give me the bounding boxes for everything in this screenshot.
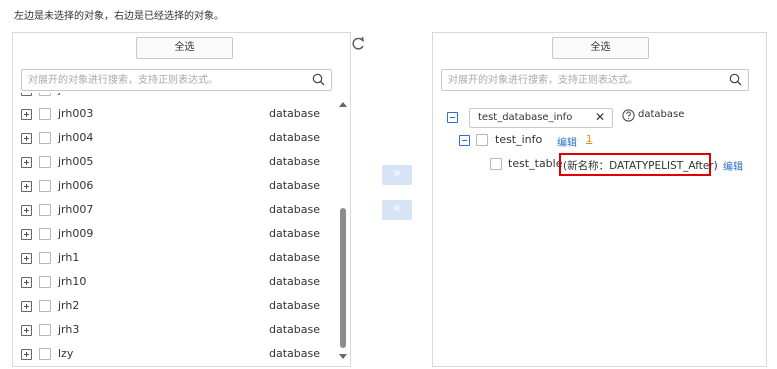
object-name: jrh006	[58, 179, 94, 192]
select-all-button[interactable]: 全选	[136, 37, 233, 59]
table-name: test_table	[508, 157, 563, 170]
new-name-text: (新名称：DATATYPELIST_After)	[563, 160, 718, 172]
checkbox[interactable]	[39, 348, 51, 360]
collapse-icon[interactable]	[447, 112, 458, 123]
object-name: jrh002	[58, 93, 93, 96]
object-name: jrh3	[58, 323, 80, 336]
list-item[interactable]: jrh3 database	[13, 319, 333, 343]
right-search-field	[441, 69, 749, 91]
expand-icon[interactable]	[21, 205, 32, 216]
list-item[interactable]: jrh10 database	[13, 271, 333, 295]
object-type: database	[269, 299, 320, 312]
checkbox[interactable]	[39, 132, 51, 144]
right-search-input[interactable]	[448, 70, 718, 90]
object-name: lzy	[58, 347, 74, 360]
left-search-input[interactable]	[28, 70, 298, 90]
move-left-button[interactable]: «	[382, 200, 412, 220]
expand-icon[interactable]	[21, 349, 32, 360]
checkbox[interactable]	[39, 324, 51, 336]
list-item[interactable]: jrh1 database	[13, 247, 333, 271]
object-name: jrh004	[58, 131, 94, 144]
selected-database-tag: test_database_info ✕	[469, 108, 613, 128]
expand-icon[interactable]	[21, 253, 32, 264]
list-item[interactable]: jrh005 database	[13, 151, 333, 175]
object-name: jrh2	[58, 299, 80, 312]
scroll-down-arrow-icon[interactable]	[339, 354, 347, 359]
selected-objects-panel: 全选 test_database_info ✕ database test_in…	[432, 32, 767, 367]
object-type: database	[269, 227, 320, 240]
expand-icon[interactable]	[21, 325, 32, 336]
list-item[interactable]: jrh009 database	[13, 223, 333, 247]
object-type: database	[269, 131, 320, 144]
database-name: test_database_info	[478, 112, 573, 123]
checkbox[interactable]	[39, 180, 51, 192]
list-item[interactable]: jrh006 database	[13, 175, 333, 199]
object-type: database	[269, 347, 320, 360]
expand-icon[interactable]	[21, 277, 32, 288]
rename-highlight: (新名称：DATATYPELIST_After)	[559, 153, 718, 176]
move-right-button[interactable]: »	[382, 165, 412, 185]
left-search-field	[21, 69, 332, 91]
selected-count[interactable]: 1	[586, 134, 592, 145]
help-icon[interactable]	[622, 109, 635, 122]
checkbox[interactable]	[39, 108, 51, 120]
object-type: database	[269, 107, 320, 120]
edit-schema-link[interactable]: 编辑	[557, 134, 577, 149]
expand-icon[interactable]	[21, 181, 32, 192]
close-icon[interactable]: ✕	[595, 110, 605, 124]
refresh-icon[interactable]	[351, 35, 365, 53]
object-name: jrh10	[58, 275, 87, 288]
checkbox[interactable]	[490, 158, 502, 170]
checkbox[interactable]	[39, 93, 51, 96]
collapse-icon[interactable]	[459, 135, 470, 146]
checkbox[interactable]	[39, 204, 51, 216]
list-item[interactable]: jrh002 database	[13, 93, 333, 103]
schema-name: test_info	[495, 133, 543, 146]
instruction-text: 左边是未选择的对象，右边是已经选择的对象。	[14, 11, 224, 22]
object-name: jrh009	[58, 227, 94, 240]
object-type: database	[269, 323, 320, 336]
checkbox[interactable]	[39, 156, 51, 168]
expand-icon[interactable]	[21, 93, 32, 96]
object-type: database	[269, 155, 320, 168]
list-scrollbar[interactable]	[338, 96, 348, 362]
search-icon[interactable]	[312, 73, 325, 86]
object-type: database	[269, 251, 320, 264]
list-item[interactable]: lzy database	[13, 343, 333, 364]
object-name: jrh005	[58, 155, 94, 168]
object-type: database	[269, 179, 320, 192]
expand-icon[interactable]	[21, 133, 32, 144]
object-name: jrh003	[58, 107, 94, 120]
scrollbar-thumb[interactable]	[340, 208, 346, 348]
object-type: database	[269, 203, 320, 216]
expand-icon[interactable]	[21, 301, 32, 312]
list-item[interactable]: jrh007 database	[13, 199, 333, 223]
checkbox[interactable]	[39, 228, 51, 240]
expand-icon[interactable]	[21, 157, 32, 168]
expand-icon[interactable]	[21, 229, 32, 240]
object-name: jrh1	[58, 251, 80, 264]
list-item[interactable]: jrh003 database	[13, 103, 333, 127]
checkbox[interactable]	[39, 252, 51, 264]
checkbox[interactable]	[476, 134, 488, 146]
list-item[interactable]: jrh2 database	[13, 295, 333, 319]
select-all-button[interactable]: 全选	[552, 37, 649, 59]
database-type: database	[638, 109, 685, 120]
object-list: jrh002 database jrh003 database jrh004 d…	[13, 93, 343, 364]
unselected-objects-panel: 全选 jrh002 database jrh003 database jrh00…	[12, 32, 364, 367]
object-type: database	[269, 275, 320, 288]
object-name: jrh007	[58, 203, 94, 216]
search-icon[interactable]	[729, 73, 742, 86]
list-item[interactable]: jrh004 database	[13, 127, 333, 151]
checkbox[interactable]	[39, 276, 51, 288]
object-type: database	[269, 93, 320, 96]
edit-table-link[interactable]: 编辑	[723, 158, 743, 173]
expand-icon[interactable]	[21, 109, 32, 120]
scroll-up-arrow-icon[interactable]	[339, 102, 347, 107]
checkbox[interactable]	[39, 300, 51, 312]
